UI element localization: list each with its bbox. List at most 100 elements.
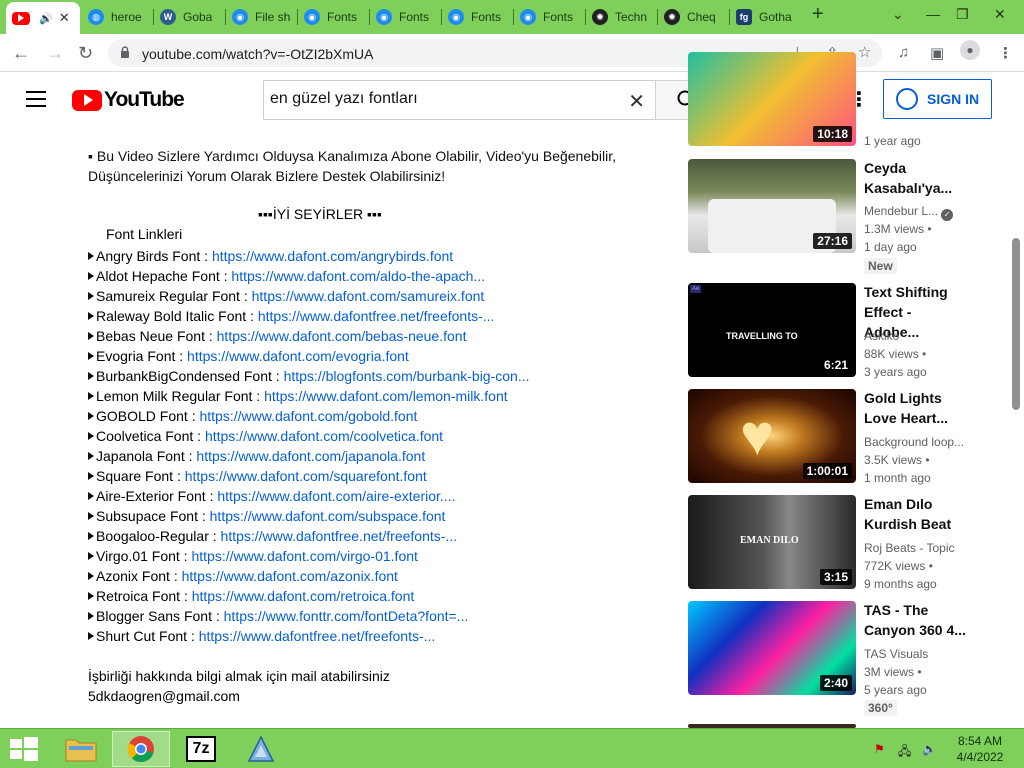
tab-heroe[interactable]: ◍ heroe (82, 4, 154, 30)
system-clock[interactable]: 8:54 AM 4/4/2022 (948, 733, 1012, 765)
taskbar-7zip[interactable]: 7z (172, 731, 230, 767)
tab-goba[interactable]: W Goba (154, 4, 226, 30)
enjoy-heading: ▪▪▪İYİ SEYİRLER ▪▪▪ (258, 206, 382, 222)
heart-lights-icon: ♥ (740, 403, 775, 468)
clock-date: 4/4/2022 (956, 750, 1004, 764)
side-panel-icon[interactable]: ▣ (930, 44, 944, 62)
clear-search-icon[interactable]: ✕ (628, 89, 645, 114)
tab-label: Goba (183, 10, 213, 24)
font-link[interactable]: https://www.dafontfree.net/freefonts-... (221, 528, 458, 544)
video-channel[interactable]: Askiko (864, 327, 974, 345)
font-link[interactable]: https://www.dafont.com/angrybirds.font (212, 248, 453, 264)
video-title[interactable]: TAS - The Canyon 360 4... (864, 600, 968, 640)
browser-menu-icon[interactable]: ⋮ (998, 44, 1013, 62)
back-arrow-icon[interactable]: ← (12, 43, 30, 64)
minimize-icon[interactable]: — (926, 6, 940, 22)
tab-gotha[interactable]: fg Gotha (730, 4, 802, 30)
font-link[interactable]: https://www.dafont.com/lemon-milk.font (264, 388, 508, 404)
lock-icon[interactable] (120, 46, 130, 58)
tab-label: Cheq (687, 10, 716, 24)
font-link[interactable]: https://www.dafont.com/aire-exterior.... (217, 488, 455, 504)
audio-playing-icon[interactable]: 🔊 (39, 12, 53, 25)
font-link[interactable]: https://www.dafontfree.net/freefonts-... (199, 628, 436, 644)
video-title[interactable]: Eman Dılo Kurdish Beat (864, 494, 968, 534)
thumbnail-caption: TRAVELLING TO (726, 331, 798, 341)
tab-label: File sh (255, 10, 291, 24)
tab-youtube[interactable]: 🔊 ✕ (6, 2, 80, 34)
volume-tray-icon[interactable]: 🔈 (922, 742, 937, 756)
adobe-ae-icon: Ae (690, 285, 702, 293)
video-duration: 3:15 (819, 569, 852, 585)
video-age: 3 years ago (864, 365, 927, 379)
sign-in-button[interactable]: SIGN IN (883, 79, 992, 119)
font-link[interactable]: https://www.dafont.com/azonix.font (182, 568, 398, 584)
search-input[interactable] (270, 90, 610, 108)
windows-start-icon[interactable] (10, 737, 38, 761)
forward-arrow-icon[interactable]: → (46, 43, 64, 64)
window-close-icon[interactable]: ✕ (994, 6, 1006, 23)
new-tab-icon[interactable]: + (812, 3, 824, 26)
restore-icon[interactable]: ❐ (956, 6, 969, 23)
app-triangle-icon (247, 735, 275, 762)
font-link[interactable]: https://www.dafont.com/retroica.font (192, 588, 415, 604)
flag-tray-icon[interactable]: ⚑ (874, 742, 885, 756)
font-link[interactable]: https://www.dafont.com/squarefont.font (185, 468, 427, 484)
page-scrollbar-thumb[interactable] (1012, 238, 1020, 410)
tab-fonts-3[interactable]: ◉ Fonts (442, 4, 514, 30)
taskbar-file-explorer[interactable] (52, 731, 110, 767)
video-thumbnail[interactable]: ♥ 1:00:01 (688, 389, 856, 483)
font-name: GOBOLD Font : (96, 408, 200, 424)
bookmark-star-icon[interactable]: ☆ (858, 43, 871, 61)
media-control-icon[interactable]: ♫ (898, 44, 909, 61)
font-link[interactable]: https://www.dafont.com/evogria.font (187, 348, 409, 364)
video-title[interactable]: Ceyda Kasabalı'ya... (864, 158, 968, 198)
font-link[interactable]: https://www.dafont.com/samureix.font (252, 288, 485, 304)
font-link[interactable]: https://www.dafont.com/subspace.font (210, 508, 446, 524)
font-link[interactable]: https://www.dafontfree.net/freefonts-... (258, 308, 495, 324)
profile-avatar-icon[interactable]: ● (960, 40, 980, 60)
font-link[interactable]: https://blogfonts.com/burbank-big-con... (284, 368, 530, 384)
eye-favicon-icon: ◉ (520, 9, 536, 25)
video-title[interactable]: Gold Lights Love Heart... (864, 388, 968, 428)
youtube-logo[interactable]: YouTube (72, 88, 185, 112)
search-box[interactable]: ✕ (263, 80, 656, 120)
taskbar-chrome[interactable] (112, 731, 170, 767)
video-thumbnail[interactable]: EMAN DILO 3:15 (688, 495, 856, 589)
font-link[interactable]: https://www.dafont.com/japanola.font (196, 448, 425, 464)
reload-icon[interactable]: ↻ (78, 43, 93, 64)
tab-cheq[interactable]: ✺ Cheq (658, 4, 730, 30)
url-text[interactable]: youtube.com/watch?v=-OtZI2bXmUA (142, 46, 374, 62)
globe-favicon-icon: ◍ (88, 9, 104, 25)
font-link[interactable]: https://www.dafont.com/gobold.font (199, 408, 417, 424)
tab-techn[interactable]: ✺ Techn (586, 4, 658, 30)
video-thumbnail[interactable]: 10:18 (688, 52, 856, 146)
video-thumbnail[interactable]: Ae TRAVELLING TO 6:21 (688, 283, 856, 377)
hamburger-menu-icon[interactable] (26, 91, 46, 107)
font-link-row: GOBOLD Font : https://www.dafont.com/gob… (88, 406, 530, 426)
video-channel[interactable]: Mendebur L... ✓ (864, 202, 974, 221)
tab-fonts-2[interactable]: ◉ Fonts (370, 4, 442, 30)
network-tray-icon[interactable]: 🖧 (898, 742, 911, 763)
tab-close-icon[interactable]: ✕ (59, 10, 70, 26)
bullet-triangle-icon (88, 512, 94, 520)
font-link[interactable]: https://www.dafont.com/virgo-01.font (191, 548, 417, 564)
tab-fonts-1[interactable]: ◉ Fonts (298, 4, 370, 30)
tab-file-sh[interactable]: ◉ File sh (226, 4, 298, 30)
taskbar-app[interactable] (232, 731, 290, 767)
bullet-triangle-icon (88, 632, 94, 640)
video-description: ▪ Bu Video Sizlere Yardımcı Olduysa Kana… (88, 146, 628, 186)
font-link-row: Subsupace Font : https://www.dafont.com/… (88, 506, 530, 526)
font-link[interactable]: https://www.fonttr.com/fontDeta?font=... (224, 608, 469, 624)
tab-search-chevron-icon[interactable]: ⌄ (892, 6, 904, 23)
video-thumbnail[interactable]: 2:40 (688, 601, 856, 695)
video-channel[interactable]: Background loop... (864, 433, 974, 451)
font-link[interactable]: https://www.dafont.com/aldo-the-apach... (231, 268, 485, 284)
video-channel[interactable]: Roj Beats - Topic (864, 539, 974, 557)
font-link[interactable]: https://www.dafont.com/bebas-neue.font (217, 328, 467, 344)
contact-email[interactable]: 5dkdaogren@gmail.com (88, 686, 390, 706)
font-link[interactable]: https://www.dafont.com/coolvetica.font (205, 428, 443, 444)
tab-fonts-4[interactable]: ◉ Fonts (514, 4, 586, 30)
font-link-row: Retroica Font : https://www.dafont.com/r… (88, 586, 530, 606)
video-thumbnail[interactable]: 27:16 (688, 159, 856, 253)
video-channel[interactable]: TAS Visuals (864, 645, 974, 663)
